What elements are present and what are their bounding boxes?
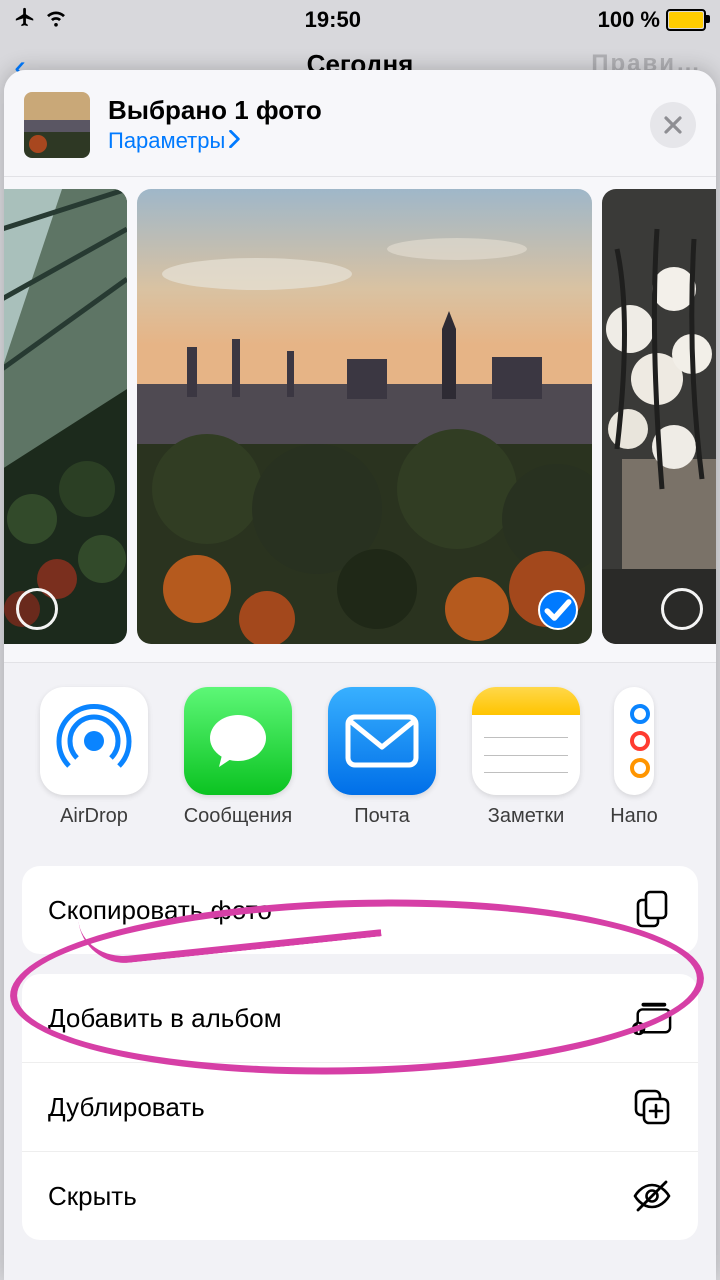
airplane-icon bbox=[14, 6, 36, 34]
header-thumbnail bbox=[24, 92, 90, 158]
photo-strip[interactable] bbox=[4, 177, 716, 663]
sheet-options-label: Параметры bbox=[108, 128, 225, 154]
photo-item[interactable] bbox=[4, 189, 127, 644]
wifi-icon bbox=[44, 6, 68, 34]
messages-icon bbox=[202, 705, 274, 777]
action-copy-photo[interactable]: Скопировать фото bbox=[22, 866, 698, 954]
share-app-mail[interactable]: Почта bbox=[326, 687, 438, 828]
chevron-right-icon bbox=[229, 128, 241, 154]
close-icon bbox=[663, 115, 683, 135]
action-label: Скопировать фото bbox=[48, 895, 272, 926]
airdrop-icon bbox=[54, 701, 134, 781]
battery-icon bbox=[666, 9, 706, 31]
action-group: Добавить в альбом Дублировать bbox=[22, 974, 698, 1240]
app-label: Почта bbox=[354, 805, 410, 828]
share-app-messages[interactable]: Сообщения bbox=[182, 687, 294, 828]
share-app-airdrop[interactable]: AirDrop bbox=[38, 687, 150, 828]
duplicate-icon bbox=[632, 1087, 672, 1127]
sheet-header: Выбрано 1 фото Параметры bbox=[4, 70, 716, 177]
action-add-to-album[interactable]: Добавить в альбом bbox=[22, 974, 698, 1062]
app-label: AirDrop bbox=[60, 805, 128, 828]
action-label: Скрыть bbox=[48, 1181, 137, 1212]
selection-indicator[interactable] bbox=[538, 590, 578, 630]
action-label: Дублировать bbox=[48, 1092, 205, 1123]
share-sheet: Выбрано 1 фото Параметры bbox=[4, 70, 716, 1280]
status-time: 19:50 bbox=[305, 7, 361, 33]
app-label: Напо bbox=[610, 805, 658, 828]
share-app-notes[interactable]: Заметки bbox=[470, 687, 582, 828]
hide-icon bbox=[632, 1176, 672, 1216]
sheet-options-link[interactable]: Параметры bbox=[108, 128, 632, 154]
selection-indicator[interactable] bbox=[16, 588, 58, 630]
sheet-title: Выбрано 1 фото bbox=[108, 96, 632, 125]
photo-item[interactable] bbox=[602, 189, 716, 644]
app-label: Сообщения bbox=[184, 805, 293, 828]
close-button[interactable] bbox=[650, 102, 696, 148]
share-app-reminders[interactable]: Напо bbox=[614, 687, 654, 828]
copy-icon bbox=[632, 890, 672, 930]
action-duplicate[interactable]: Дублировать bbox=[22, 1062, 698, 1151]
app-label: Заметки bbox=[488, 805, 565, 828]
action-group: Скопировать фото bbox=[22, 866, 698, 954]
share-apps-row[interactable]: AirDrop Сообщения Почта bbox=[4, 663, 716, 846]
album-add-icon bbox=[632, 998, 672, 1038]
photo-item[interactable] bbox=[137, 189, 592, 644]
reminders-icon bbox=[614, 687, 654, 795]
battery-percent: 100 % bbox=[598, 7, 660, 33]
action-label: Добавить в альбом bbox=[48, 1003, 282, 1034]
action-hide[interactable]: Скрыть bbox=[22, 1151, 698, 1240]
selection-indicator[interactable] bbox=[661, 588, 703, 630]
mail-icon bbox=[344, 711, 420, 771]
status-bar: 19:50 100 % bbox=[0, 0, 720, 40]
notes-icon bbox=[472, 687, 580, 795]
